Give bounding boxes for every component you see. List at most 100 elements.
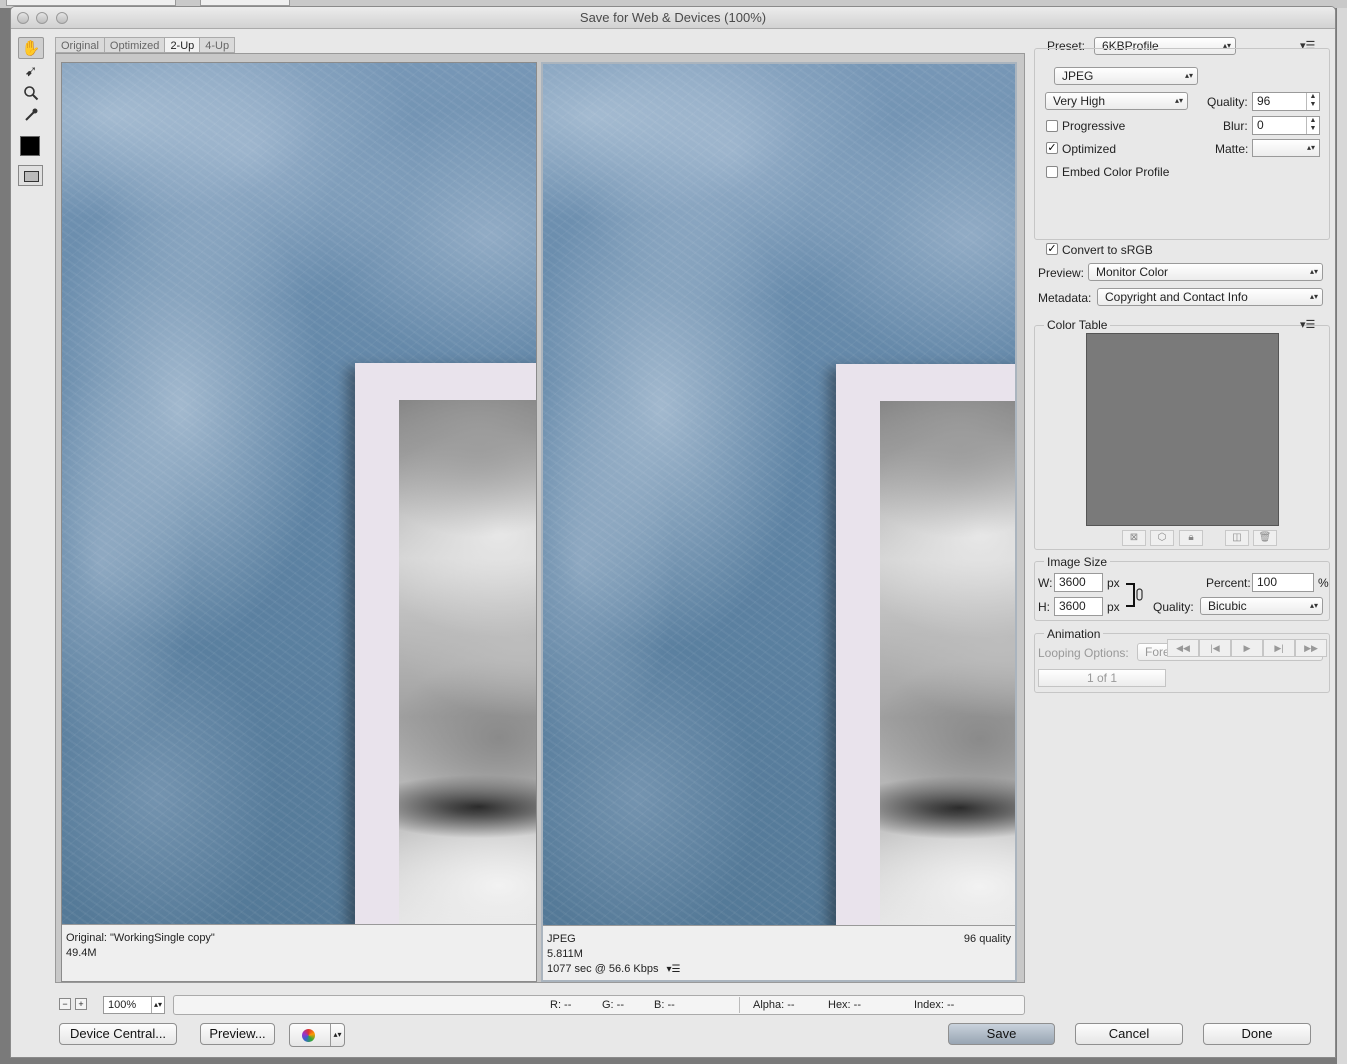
tab-4-up[interactable]: 4-Up — [199, 37, 236, 53]
percent-label: Percent: — [1206, 576, 1251, 590]
slice-select-tool-icon[interactable]: ➹ — [18, 60, 44, 82]
map-transparency-icon[interactable]: ⊠ — [1122, 530, 1146, 546]
height-value: 3600 — [1059, 599, 1086, 613]
percent-field[interactable]: 100 — [1252, 573, 1314, 592]
original-pane[interactable]: Original: "WorkingSingle copy" 49.4M — [61, 62, 537, 982]
optimized-image-preview[interactable] — [543, 64, 1015, 925]
hand-tool-icon[interactable]: ✋ — [18, 37, 44, 59]
preview-label: Preview: — [1038, 266, 1085, 280]
quality-label: Quality: — [1207, 95, 1248, 109]
resample-quality-value: Bicubic — [1208, 599, 1247, 613]
photo-image — [399, 400, 536, 924]
percent-value: 100 — [1257, 575, 1278, 589]
web-shift-icon[interactable]: ⬡ — [1150, 530, 1174, 546]
tab-optimized[interactable]: Optimized — [103, 37, 165, 53]
optimized-label: Optimized — [1062, 142, 1117, 156]
metadata-select[interactable]: Copyright and Contact Info ▴▾ — [1097, 288, 1323, 306]
quality-preset-value: Very High — [1053, 94, 1106, 108]
preview-button[interactable]: Preview... — [200, 1023, 275, 1045]
chevron-updown-icon: ▴▾ — [1184, 71, 1193, 80]
stepper-icon[interactable]: ▲ ▼ — [1306, 117, 1319, 134]
download-time: 1077 sec @ 56.6 Kbps — [547, 963, 659, 975]
frame-counter-value: 1 of 1 — [1086, 671, 1118, 685]
width-value: 3600 — [1059, 575, 1086, 589]
resample-quality-select[interactable]: Bicubic ▴▾ — [1200, 597, 1323, 615]
last-frame-icon[interactable]: ▶▶ — [1295, 639, 1327, 657]
zoom-out-button[interactable]: − — [59, 998, 71, 1010]
tab-original[interactable]: Original — [55, 37, 104, 53]
frame-counter: 1 of 1 — [1038, 669, 1166, 687]
quality-field[interactable]: 96 ▲ ▼ — [1252, 92, 1320, 111]
preview-area: Original: "WorkingSingle copy" 49.4M JPE… — [55, 53, 1025, 983]
width-field[interactable]: 3600 — [1054, 573, 1103, 592]
color-table-swatches[interactable] — [1086, 333, 1279, 526]
blur-field[interactable]: 0 ▲ ▼ — [1252, 116, 1320, 135]
color-table-menu-icon[interactable]: ▾☰ — [1300, 318, 1315, 331]
metadata-label: Metadata: — [1038, 291, 1092, 305]
height-unit: px — [1107, 600, 1120, 614]
toggle-slices-visibility-button[interactable] — [18, 165, 43, 186]
preview-select[interactable]: Monitor Color ▴▾ — [1088, 263, 1323, 281]
matte-select[interactable]: ▴▾ — [1252, 139, 1320, 157]
progressive-checkbox[interactable] — [1046, 120, 1058, 132]
red-readout: R: -- — [550, 999, 572, 1011]
divider — [739, 997, 740, 1013]
chevron-updown-icon: ▴▾ — [1309, 292, 1318, 301]
preview-in-browser-button[interactable]: ▴▾ — [289, 1023, 345, 1047]
photo-mat-image — [355, 363, 536, 924]
view-tabs: Original Optimized 2-Up 4-Up — [55, 37, 236, 54]
minimize-window-button[interactable] — [36, 12, 48, 24]
zoom-level-select[interactable]: 100% ▴▾ — [103, 996, 165, 1014]
tab-2-up[interactable]: 2-Up — [164, 37, 200, 53]
eyedropper-color-swatch[interactable] — [20, 136, 40, 156]
optimized-info-caption: JPEG 5.811M 1077 sec @ 56.6 Kbps ▾☰ 96 qu… — [543, 925, 1015, 980]
first-frame-icon[interactable]: ◀◀ — [1167, 639, 1199, 657]
cancel-button[interactable]: Cancel — [1075, 1023, 1183, 1045]
play-icon[interactable]: ▶ — [1231, 639, 1263, 657]
zoom-window-button[interactable] — [56, 12, 68, 24]
done-button[interactable]: Done — [1203, 1023, 1311, 1045]
new-color-icon[interactable]: ◫ — [1225, 530, 1249, 546]
convert-srgb-checkbox[interactable]: ✓ — [1046, 243, 1058, 255]
original-name: Original: "WorkingSingle copy" — [66, 932, 215, 944]
quality-note: 96 quality — [963, 933, 1011, 945]
previous-frame-icon[interactable]: |◀ — [1199, 639, 1231, 657]
zoom-tool-icon[interactable] — [18, 82, 44, 104]
height-label: H: — [1038, 600, 1050, 614]
metadata-value: Copyright and Contact Info — [1105, 290, 1248, 304]
chevron-updown-icon: ▴▾ — [151, 997, 164, 1013]
original-image-preview[interactable] — [62, 63, 536, 924]
next-frame-icon[interactable]: ▶| — [1263, 639, 1295, 657]
alpha-readout: Alpha: -- — [753, 999, 795, 1011]
format-select[interactable]: JPEG ▴▾ — [1054, 67, 1198, 85]
trash-icon[interactable]: 🗑︎ — [1253, 530, 1277, 546]
height-field[interactable]: 3600 — [1054, 597, 1103, 616]
quality-preset-select[interactable]: Very High ▴▾ — [1045, 92, 1188, 110]
chevron-updown-icon: ▴▾ — [1309, 267, 1318, 276]
download-rate-menu-icon[interactable]: ▾☰ — [666, 962, 680, 977]
device-central-button[interactable]: Device Central... — [59, 1023, 177, 1045]
lock-color-icon[interactable]: 🔒︎ — [1179, 530, 1203, 546]
embed-color-profile-checkbox[interactable] — [1046, 166, 1058, 178]
convert-srgb-label: Convert to sRGB — [1062, 243, 1153, 257]
progressive-label: Progressive — [1062, 119, 1126, 133]
width-unit: px — [1107, 576, 1120, 590]
embed-color-profile-label: Embed Color Profile — [1062, 165, 1170, 179]
blur-value: 0 — [1257, 118, 1264, 132]
optimized-pane[interactable]: JPEG 5.811M 1077 sec @ 56.6 Kbps ▾☰ 96 qu… — [541, 62, 1017, 982]
save-button[interactable]: Save — [948, 1023, 1055, 1045]
close-window-button[interactable] — [17, 12, 29, 24]
blue-readout: B: -- — [654, 999, 675, 1011]
optimized-checkbox[interactable]: ✓ — [1046, 142, 1058, 154]
preview-value: Monitor Color — [1096, 265, 1169, 279]
constrain-proportions-link-icon[interactable] — [1124, 582, 1148, 608]
zoom-level-value: 100% — [108, 999, 137, 1011]
optimized-size: 5.811M — [547, 948, 583, 960]
chevron-updown-icon: ▴▾ — [330, 1024, 344, 1046]
photo-image — [880, 401, 1015, 925]
zoom-in-button[interactable]: + — [75, 998, 87, 1010]
dialog-title: Save for Web & Devices (100%) — [579, 10, 767, 25]
stepper-icon[interactable]: ▲ ▼ — [1306, 93, 1319, 110]
image-size-title: Image Size — [1044, 555, 1111, 569]
eyedropper-tool-icon[interactable] — [18, 104, 44, 126]
